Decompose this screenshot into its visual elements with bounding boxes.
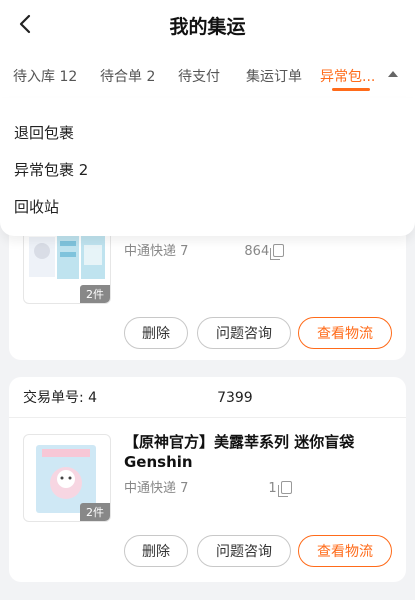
copy-icon[interactable]	[270, 244, 285, 260]
view-logistics-button[interactable]: 查看物流	[298, 535, 392, 567]
quantity-badge: 2件	[80, 503, 110, 521]
courier-text: 中通快递 7	[124, 481, 189, 496]
quantity-badge: 2件	[80, 285, 110, 303]
caret-up-icon[interactable]	[388, 71, 398, 77]
order-card: 交易单号: 4 7399 2件 【原神官方】美露莘系列 迷你盲袋 Genshin …	[9, 377, 406, 582]
courier-tracking: 中通快递 7 1	[124, 477, 292, 497]
divider	[9, 417, 406, 418]
courier-tracking: 中通快递 7 864	[124, 240, 285, 260]
consult-button[interactable]: 问题咨询	[197, 535, 291, 567]
trade-number-label: 交易单号: 4	[23, 390, 98, 406]
tab-pending-merge[interactable]: 待合单 2	[100, 66, 155, 86]
delete-button[interactable]: 删除	[124, 535, 188, 567]
courier-text: 中通快递 7	[124, 244, 189, 259]
menu-item-recycle-bin[interactable]: 回收站	[14, 196, 59, 217]
tracking-tail: 1	[268, 481, 277, 496]
active-tab-indicator	[332, 88, 370, 91]
product-title[interactable]: 【原神官方】美露莘系列 迷你盲袋 Genshin	[124, 432, 394, 472]
delete-button[interactable]: 删除	[124, 317, 188, 349]
trade-number: 交易单号: 4 7399	[23, 387, 253, 407]
menu-item-returned-packages[interactable]: 退回包裹	[14, 122, 74, 143]
tab-pending-storage[interactable]: 待入库 12	[13, 66, 77, 86]
tracking-tail: 864	[244, 244, 270, 259]
menu-item-abnormal-packages[interactable]: 异常包裹 2	[14, 159, 88, 180]
product-thumbnail[interactable]: 2件	[23, 434, 111, 522]
view-logistics-button[interactable]: 查看物流	[298, 317, 392, 349]
abnormal-dropdown-menu: 退回包裹 异常包裹 2 回收站	[0, 98, 415, 236]
trade-number-tail: 7399	[217, 390, 253, 406]
page-title: 我的集运	[169, 16, 246, 38]
header-bar: 我的集运	[0, 0, 415, 48]
consult-button[interactable]: 问题咨询	[197, 317, 291, 349]
tab-abnormal-packages[interactable]: 异常包...	[320, 66, 375, 86]
tab-consolidation-orders[interactable]: 集运订单	[246, 66, 302, 86]
copy-icon[interactable]	[277, 481, 292, 497]
tab-pending-payment[interactable]: 待支付	[178, 66, 220, 86]
